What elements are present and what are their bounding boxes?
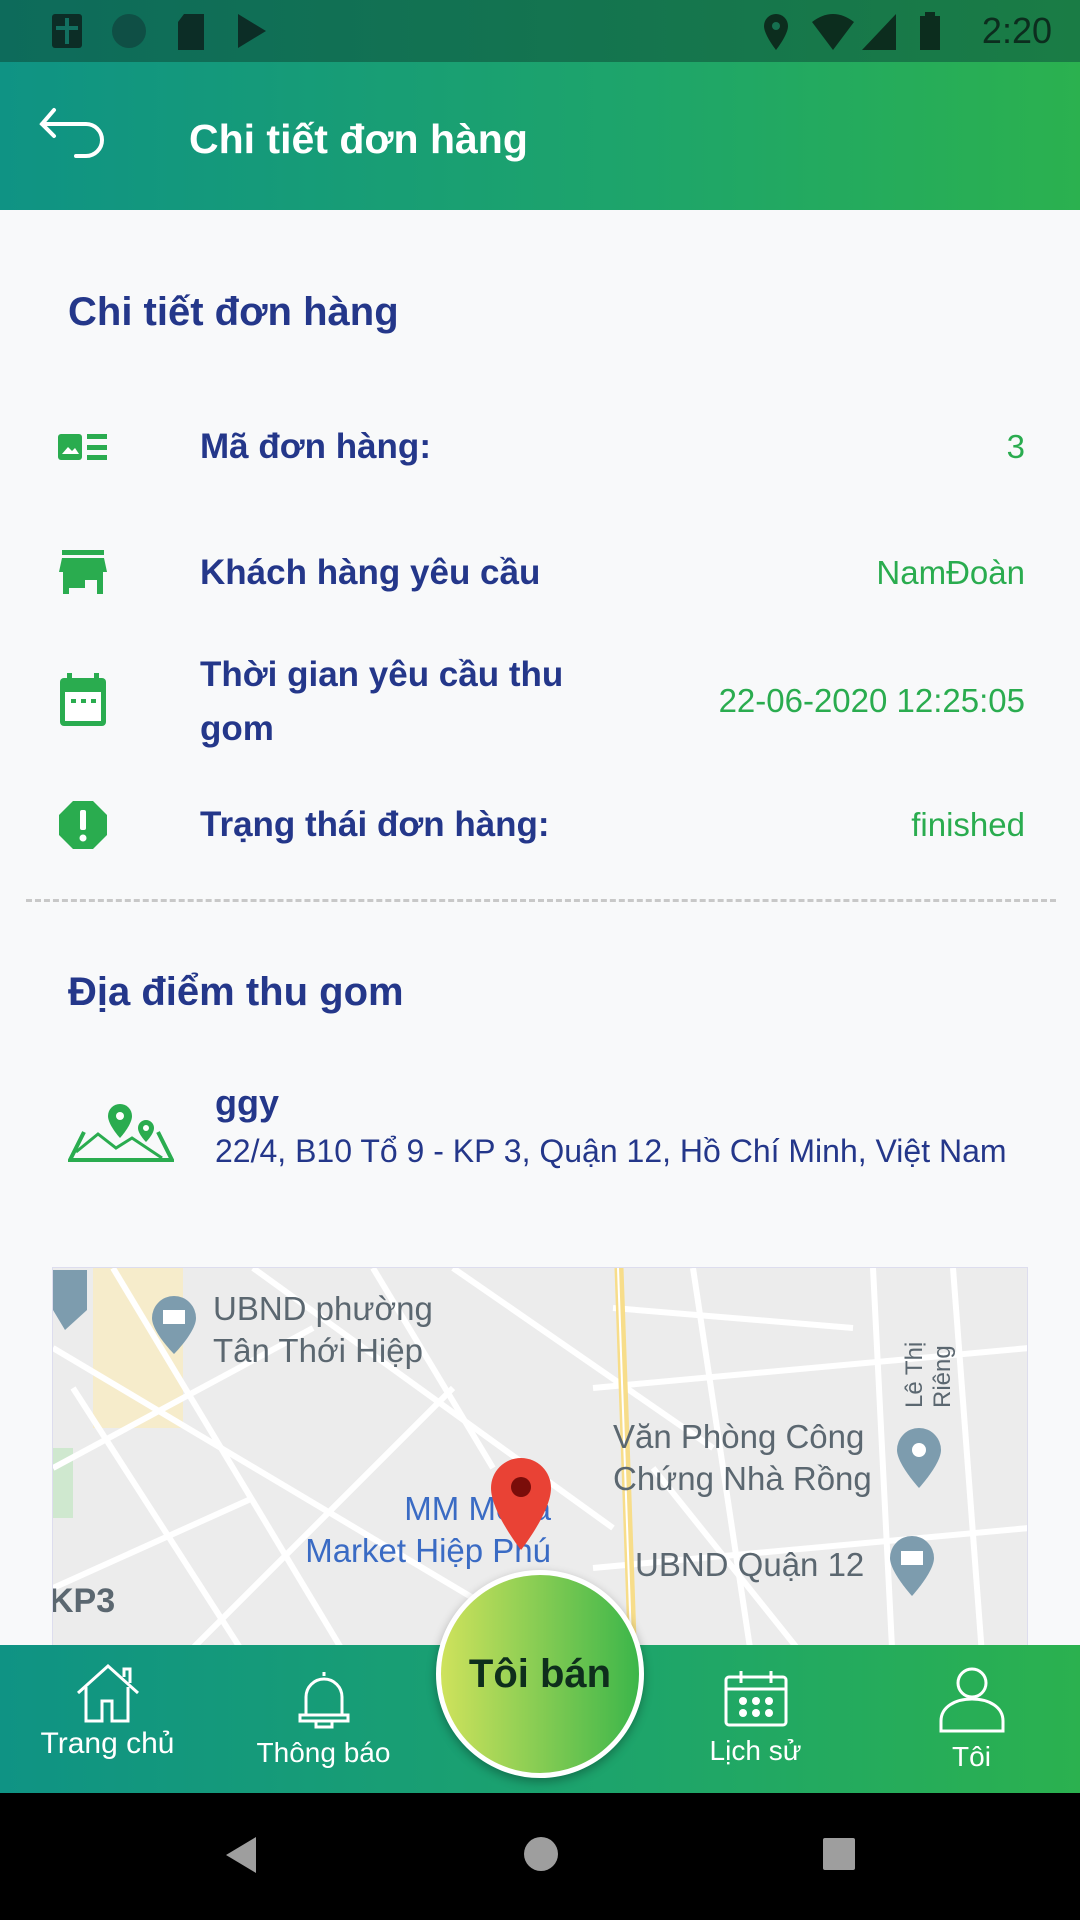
police-pin-icon xyxy=(53,1270,87,1330)
place-pin-icon xyxy=(897,1428,941,1488)
recents-nav-icon[interactable] xyxy=(822,1837,856,1871)
nav-item-history[interactable]: Lịch sử xyxy=(668,1645,843,1793)
detail-value: 22-06-2020 12:25:05 xyxy=(718,682,1025,719)
location-name: ggy xyxy=(215,1082,280,1123)
sell-button[interactable]: Tôi bán xyxy=(436,1570,644,1778)
location-icon xyxy=(764,14,788,50)
app-bar-title: Chi tiết đơn hàng xyxy=(189,116,528,162)
map-label: UBND phường Tân Thới Hiệp xyxy=(213,1290,433,1369)
detail-value: finished xyxy=(911,806,1025,843)
nav-label: Trang chủ xyxy=(40,1727,175,1760)
app-bar: Chi tiết đơn hàng xyxy=(0,62,1080,210)
order-id-icon xyxy=(58,434,107,460)
red-marker-icon[interactable] xyxy=(489,1456,559,1556)
detail-value: 3 xyxy=(1006,428,1025,465)
detail-label: Trạng thái đơn hàng: xyxy=(200,805,550,844)
calendar-icon xyxy=(60,673,106,726)
map-label: KP3 xyxy=(52,1582,116,1620)
circle-icon xyxy=(112,14,146,48)
alert-octagon-icon xyxy=(59,801,107,849)
details-section-title: Chi tiết đơn hàng xyxy=(68,290,399,334)
nav-label: Thông báo xyxy=(256,1737,391,1768)
nav-item-home[interactable]: Trang chủ xyxy=(20,1645,195,1793)
user-icon xyxy=(939,1667,1004,1733)
system-navigation-bar xyxy=(0,1793,1080,1920)
status-bar: 2:20 xyxy=(0,0,1080,62)
nav-label: Lịch sử xyxy=(709,1735,802,1766)
divider xyxy=(26,899,1056,902)
back-icon[interactable] xyxy=(38,106,108,162)
nav-label: Tôi xyxy=(952,1741,991,1772)
government-pin-icon xyxy=(152,1296,196,1354)
signal-icon xyxy=(862,14,896,50)
notification-icon xyxy=(52,14,82,48)
battery-icon xyxy=(920,12,940,50)
government-pin-icon xyxy=(890,1536,934,1596)
location-address: 22/4, B10 Tổ 9 - KP 3, Quận 12, Hồ Chí M… xyxy=(215,1133,1007,1169)
store-icon xyxy=(59,550,107,594)
detail-label: Mã đơn hàng: xyxy=(200,427,431,466)
wifi-icon xyxy=(812,14,854,50)
map-label: UBND Quận 12 xyxy=(635,1546,865,1583)
play-store-icon xyxy=(238,14,266,48)
clock: 2:20 xyxy=(981,10,1052,51)
detail-value: NamĐoàn xyxy=(876,554,1025,591)
map-location-icon xyxy=(68,1104,174,1162)
sd-card-icon xyxy=(178,14,204,50)
detail-label: Thời gian yêu cầu thu gom xyxy=(200,655,564,748)
detail-label: Khách hàng yêu cầu xyxy=(200,553,541,592)
home-icon xyxy=(76,1663,139,1723)
nav-item-notifications[interactable]: Thông báo xyxy=(236,1645,411,1793)
location-section-title: Địa điểm thu gom xyxy=(68,970,404,1014)
nav-item-profile[interactable]: Tôi xyxy=(884,1645,1059,1793)
calendar-icon xyxy=(724,1671,787,1727)
street-label: Lê Thị Riêng xyxy=(901,1341,956,1408)
bell-icon xyxy=(298,1672,349,1729)
map-label: Văn Phòng Công Chứng Nhà Rồng xyxy=(613,1418,872,1497)
back-nav-icon[interactable] xyxy=(224,1835,260,1875)
home-nav-icon[interactable] xyxy=(522,1835,560,1873)
